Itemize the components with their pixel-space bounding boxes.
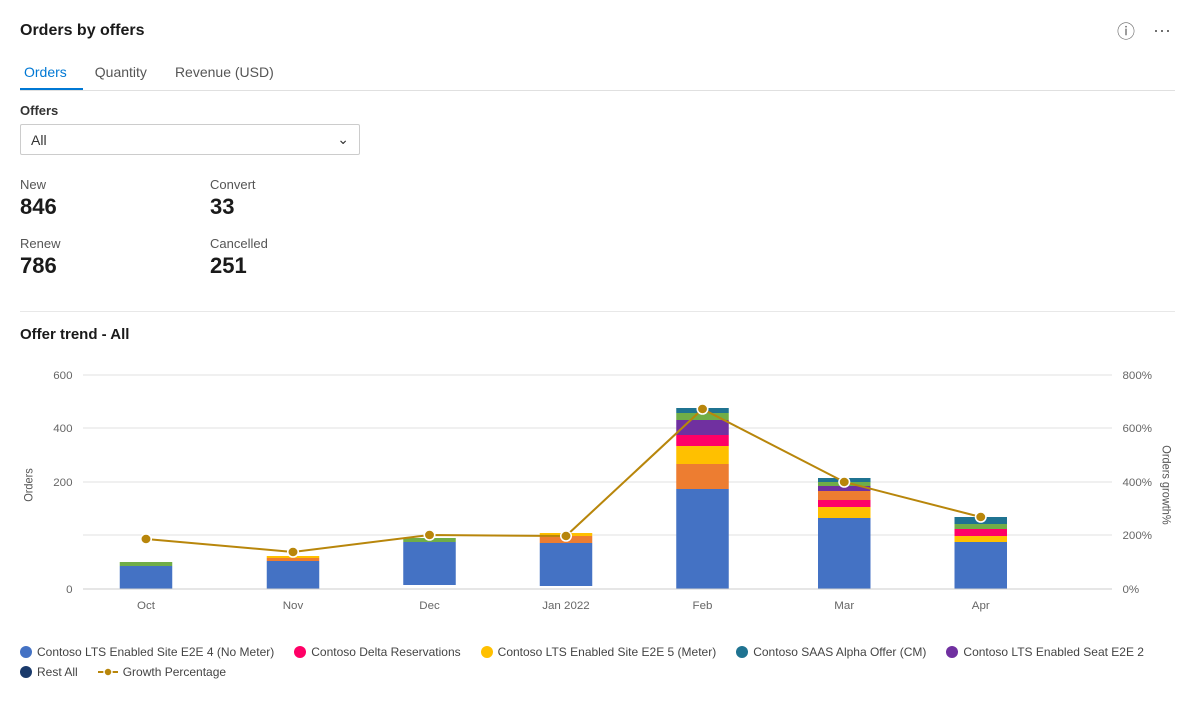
svg-text:Orders growth%: Orders growth% [1159,445,1171,524]
tab-revenue[interactable]: Revenue (USD) [171,56,290,90]
bar-nov-segment1 [267,561,320,589]
metric-cancelled-label: Cancelled [210,236,400,251]
metric-cancelled: Cancelled 251 [210,232,400,291]
legend-label-contoso-delta: Contoso Delta Reservations [311,645,460,659]
widget-title: Orders by offers [20,22,144,40]
legend-label-contoso-lts-e2e5: Contoso LTS Enabled Site E2E 5 (Meter) [498,645,717,659]
bar-oct-segment1 [120,566,173,589]
metric-convert: Convert 33 [210,173,400,232]
svg-text:800%: 800% [1123,370,1153,382]
svg-text:400%: 400% [1123,477,1153,489]
bar-oct-segment2 [120,562,173,566]
bar-apr-segment1 [955,542,1008,589]
info-button[interactable]: ⓘ [1113,16,1139,46]
legend-contoso-delta: Contoso Delta Reservations [294,645,460,659]
legend-label-contoso-lts-seat: Contoso LTS Enabled Seat E2E 2 [963,645,1144,659]
svg-text:600: 600 [53,370,72,382]
chart-svg: 600 400 200 0 800% 600% 400% 200% 0% Ord… [20,355,1175,635]
svg-text:0%: 0% [1123,584,1140,596]
svg-text:400: 400 [53,423,72,435]
bar-apr-segment2 [955,536,1008,542]
dropdown-value: All [31,132,47,148]
legend-label-contoso-lts-e2e4: Contoso LTS Enabled Site E2E 4 (No Meter… [37,645,274,659]
info-icon: ⓘ [1117,22,1135,42]
legend-dot-pink [294,646,306,658]
x-label-feb: Feb [693,600,713,612]
legend-label-rest-all: Rest All [37,665,78,679]
legend-growth: Growth Percentage [98,665,226,679]
bar-mar-segment3 [818,500,871,507]
bar-feb-segment5 [676,420,729,435]
metric-new-value: 846 [20,194,210,220]
growth-dot-feb [697,404,708,414]
growth-dot-dec [424,530,435,540]
offers-label: Offers [20,103,1175,118]
bar-jan-segment1 [540,543,593,586]
svg-text:0: 0 [66,584,72,596]
metric-renew-label: Renew [20,236,210,251]
chart-section: Offer trend - All 600 400 200 0 800% 600… [20,311,1175,679]
chart-legend: Contoso LTS Enabled Site E2E 4 (No Meter… [20,645,1175,679]
legend-contoso-lts-seat: Contoso LTS Enabled Seat E2E 2 [946,645,1144,659]
bar-feb-segment1 [676,489,729,589]
metric-convert-value: 33 [210,194,400,220]
legend-dot-orange [481,646,493,658]
legend-rest-all: Rest All [20,665,78,679]
chevron-down-icon: ⌄ [337,131,349,148]
bar-apr-segment4 [955,524,1008,529]
bar-feb-segment3 [676,446,729,464]
growth-dot-oct [141,534,152,544]
growth-dot-jan [561,531,572,541]
growth-dot-mar [839,477,850,487]
legend-dot-darkblue [20,666,32,678]
x-label-nov: Nov [283,600,304,612]
bar-mar-segment4 [818,491,871,500]
bar-dec-segment1 [403,542,456,585]
bar-nov-segment2 [267,558,320,561]
tabs-bar: Orders Quantity Revenue (USD) [20,56,1175,91]
legend-dot-teal [736,646,748,658]
bar-mar-segment1 [818,518,871,589]
growth-dot-apr [976,512,987,522]
bar-apr-segment3 [955,529,1008,536]
x-label-apr: Apr [972,600,990,612]
bar-feb-segment4 [676,435,729,446]
chart-container: 600 400 200 0 800% 600% 400% 200% 0% Ord… [20,355,1175,635]
chart-title: Offer trend - All [20,326,1175,343]
svg-text:200: 200 [53,477,72,489]
widget-actions: ⓘ ⋯ [1113,16,1175,46]
metric-cancelled-value: 251 [210,253,400,279]
metrics-grid: New 846 Convert 33 Renew 786 Cancelled 2… [20,173,400,291]
metric-new-label: New [20,177,210,192]
metric-new: New 846 [20,173,210,232]
legend-dot-purple [946,646,958,658]
metric-convert-label: Convert [210,177,400,192]
bar-mar-segment2 [818,507,871,518]
growth-dot-nov [288,547,299,557]
x-label-oct: Oct [137,600,156,612]
legend-label-growth: Growth Percentage [123,665,226,679]
x-label-mar: Mar [834,600,854,612]
metric-renew: Renew 786 [20,232,210,291]
svg-text:200%: 200% [1123,530,1153,542]
bar-feb-segment2 [676,464,729,489]
tab-quantity[interactable]: Quantity [91,56,163,90]
more-options-button[interactable]: ⋯ [1149,19,1175,44]
legend-dot-blue [20,646,32,658]
legend-label-contoso-saas: Contoso SAAS Alpha Offer (CM) [753,645,926,659]
widget-header: Orders by offers ⓘ ⋯ [20,16,1175,46]
metric-renew-value: 786 [20,253,210,279]
svg-text:600%: 600% [1123,423,1153,435]
legend-contoso-lts-e2e5: Contoso LTS Enabled Site E2E 5 (Meter) [481,645,717,659]
svg-text:Orders: Orders [23,468,35,502]
legend-contoso-saas: Contoso SAAS Alpha Offer (CM) [736,645,926,659]
legend-line-growth-icon [98,666,118,678]
x-label-jan: Jan 2022 [542,600,589,612]
legend-contoso-lts-e2e4: Contoso LTS Enabled Site E2E 4 (No Meter… [20,645,274,659]
offers-dropdown[interactable]: All ⌄ [20,124,360,155]
x-label-dec: Dec [419,600,440,612]
more-icon: ⋯ [1153,21,1171,41]
tab-orders[interactable]: Orders [20,56,83,90]
